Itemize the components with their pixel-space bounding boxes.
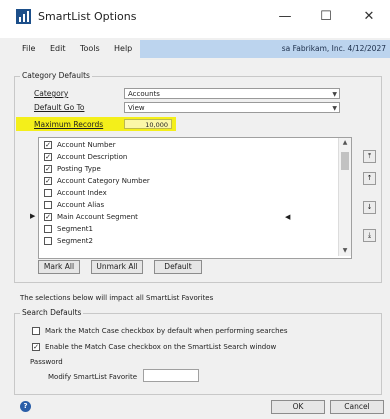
menu-tools[interactable]: Tools: [80, 44, 100, 53]
column-checkbox[interactable]: [44, 225, 52, 233]
list-item[interactable]: Segment1: [39, 224, 334, 234]
menu-file[interactable]: File: [22, 44, 35, 53]
enable-match-case-label: Enable the Match Case checkbox on the Sm…: [45, 343, 277, 351]
search-defaults-group: [14, 313, 382, 395]
search-defaults-title: Search Defaults: [20, 308, 84, 317]
list-item[interactable]: ✓ Account Number: [39, 140, 334, 150]
password-label: Password: [30, 358, 63, 366]
column-checkbox[interactable]: [44, 201, 52, 209]
list-scrollbar[interactable]: ▲ ▼: [338, 138, 351, 256]
column-label: Main Account Segment: [57, 213, 138, 221]
minimize-button[interactable]: —: [270, 6, 300, 28]
scroll-thumb[interactable]: [341, 152, 349, 170]
enable-match-case-checkbox[interactable]: ✓: [32, 343, 40, 351]
category-value: Accounts: [128, 90, 160, 98]
ok-button[interactable]: OK: [271, 400, 325, 414]
current-row-pointer-icon: ▶: [30, 212, 36, 220]
column-label: Segment2: [57, 237, 93, 245]
selected-row-pointer-icon: ◀: [285, 213, 291, 221]
company-info-strip: sa Fabrikam, Inc. 4/12/2027: [140, 40, 390, 58]
modify-favorite-password-input[interactable]: [143, 369, 199, 382]
title-bar: SmartList Options — ☐ ✕: [0, 0, 390, 38]
help-icon[interactable]: ?: [20, 401, 31, 412]
column-label: Account Alias: [57, 201, 105, 209]
company-info: sa Fabrikam, Inc. 4/12/2027: [281, 44, 386, 53]
default-go-to-label: Default Go To: [34, 103, 85, 112]
default-button[interactable]: Default: [154, 260, 202, 274]
favorites-impact-note: The selections below will impact all Sma…: [20, 294, 214, 302]
list-item[interactable]: Segment2: [39, 236, 334, 246]
column-label: Segment1: [57, 225, 93, 233]
mark-all-button[interactable]: Mark All: [38, 260, 80, 274]
default-go-to-value: View: [128, 104, 145, 112]
move-up-button[interactable]: ↑: [363, 172, 376, 185]
scroll-up-icon[interactable]: ▲: [339, 138, 351, 148]
smartlist-app-icon: [16, 9, 31, 24]
column-checkbox[interactable]: [44, 189, 52, 197]
column-checkbox[interactable]: ✓: [44, 177, 52, 185]
column-checkbox[interactable]: ✓: [44, 213, 52, 221]
list-item[interactable]: ✓ Account Description: [39, 152, 334, 162]
maximum-records-input[interactable]: 10,000: [124, 119, 172, 129]
list-item[interactable]: ✓ Account Category Number: [39, 176, 334, 186]
list-item[interactable]: ✓ Main Account Segment ◀: [39, 212, 334, 222]
match-case-default-label: Mark the Match Case checkbox by default …: [45, 327, 288, 335]
match-case-default-checkbox[interactable]: [32, 327, 40, 335]
move-bottom-button[interactable]: ⤓: [363, 229, 376, 242]
column-checkbox[interactable]: ✓: [44, 153, 52, 161]
column-checkbox[interactable]: ✓: [44, 141, 52, 149]
chevron-down-icon: ▼: [332, 91, 337, 98]
unmark-all-button[interactable]: Unmark All: [91, 260, 143, 274]
column-label: Posting Type: [57, 165, 101, 173]
list-item[interactable]: Account Alias: [39, 200, 334, 210]
cancel-button[interactable]: Cancel: [330, 400, 384, 414]
move-down-button[interactable]: ↓: [363, 201, 376, 214]
menu-edit[interactable]: Edit: [50, 44, 66, 53]
chevron-down-icon: ▼: [332, 105, 337, 112]
list-item[interactable]: Account Index: [39, 188, 334, 198]
default-go-to-dropdown[interactable]: View ▼: [124, 102, 340, 113]
category-label: Category: [34, 89, 69, 98]
category-defaults-title: Category Defaults: [20, 71, 92, 80]
columns-listbox[interactable]: ✓ Account Number ✓ Account Description ✓…: [38, 137, 352, 259]
maximize-button[interactable]: ☐: [311, 6, 341, 28]
column-label: Account Description: [57, 153, 128, 161]
scroll-down-icon[interactable]: ▼: [339, 246, 351, 256]
category-dropdown[interactable]: Accounts ▼: [124, 88, 340, 99]
column-label: Account Category Number: [57, 177, 150, 185]
modify-favorite-label: Modify SmartList Favorite: [48, 373, 138, 381]
menu-help[interactable]: Help: [114, 44, 132, 53]
list-item[interactable]: ✓ Posting Type: [39, 164, 334, 174]
maximum-records-label: Maximum Records: [34, 120, 104, 129]
close-button[interactable]: ✕: [354, 6, 384, 28]
column-label: Account Index: [57, 189, 107, 197]
column-label: Account Number: [57, 141, 116, 149]
smartlist-options-window: SmartList Options — ☐ ✕ File Edit Tools …: [0, 0, 390, 419]
move-top-button[interactable]: ⤒: [363, 150, 376, 163]
window-title: SmartList Options: [38, 10, 137, 23]
column-checkbox[interactable]: ✓: [44, 165, 52, 173]
column-checkbox[interactable]: [44, 237, 52, 245]
